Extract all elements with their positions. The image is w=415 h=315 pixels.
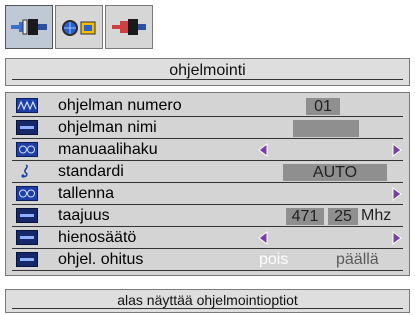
menu-item-standard[interactable]: standardi AUTO: [6, 162, 409, 183]
menu-item-label: manuaalihaku: [58, 141, 158, 158]
row-divider: [12, 204, 403, 205]
arrow-right-icon[interactable]: [392, 143, 402, 157]
programming-menu: ohjelman numero 01 ohjelman nimi manuaal…: [5, 92, 410, 276]
tab-connector[interactable]: [105, 5, 153, 49]
menu-item-manual-search[interactable]: manuaalihaku: [6, 140, 409, 161]
row-divider: [12, 182, 403, 183]
arrow-right-icon[interactable]: [392, 187, 402, 201]
help-bar: alas näyttää ohjelmointioptiot: [5, 289, 410, 313]
menu-item-program-number[interactable]: ohjelman numero 01: [6, 96, 409, 117]
store-icon: [16, 186, 38, 201]
menu-item-program-name[interactable]: ohjelman nimi: [6, 118, 409, 139]
frequency-major-value[interactable]: 471: [286, 208, 324, 225]
tab-bar: [5, 5, 155, 49]
tab-tuner[interactable]: [5, 5, 53, 49]
program-name-field[interactable]: [293, 120, 359, 137]
menu-item-label: ohjelman numero: [58, 97, 182, 114]
row-divider: [12, 116, 403, 117]
menu-item-label: hienosäätö: [58, 229, 137, 246]
arrow-left-icon[interactable]: [258, 143, 268, 157]
menu-item-label: ohjelman nimi: [58, 119, 157, 136]
connector-icon: [112, 19, 146, 35]
frequency-icon: [16, 208, 38, 223]
menu-item-store[interactable]: tallenna: [6, 184, 409, 205]
name-icon: [16, 120, 38, 135]
page-title: ohjelmointi: [169, 62, 246, 79]
menu-item-frequency[interactable]: taajuus 471 25 Mhz: [6, 206, 409, 227]
row-divider: [12, 270, 403, 271]
row-divider: [12, 226, 403, 227]
globe-channel-icon: [62, 20, 96, 36]
standard-value[interactable]: AUTO: [283, 164, 387, 181]
menu-item-label: tallenna: [58, 185, 115, 202]
skip-option-on[interactable]: päällä: [336, 251, 379, 269]
tab-channel[interactable]: [55, 5, 103, 49]
search-icon: [16, 142, 38, 157]
menu-item-label: taajuus: [58, 207, 110, 224]
arrow-left-icon[interactable]: [258, 231, 268, 245]
wave-icon: [16, 98, 38, 113]
menu-item-label: ohjel. ohitus: [58, 251, 144, 268]
title-bar: ohjelmointi: [5, 58, 410, 86]
music-note-icon: [16, 164, 38, 179]
help-underline: [12, 308, 403, 309]
row-divider: [12, 138, 403, 139]
program-number-value[interactable]: 01: [306, 98, 340, 115]
frequency-unit: Mhz: [361, 207, 392, 224]
row-divider: [12, 160, 403, 161]
fine-tune-icon: [16, 230, 38, 245]
skip-icon: [16, 252, 38, 267]
menu-item-skip[interactable]: ohjel. ohitus pois päällä: [6, 250, 409, 271]
title-underline: [12, 79, 403, 80]
row-divider: [12, 248, 403, 249]
menu-item-fine-tune[interactable]: hienosäätö: [6, 228, 409, 249]
menu-item-label: standardi: [58, 163, 124, 180]
frequency-minor-value[interactable]: 25: [328, 208, 358, 225]
skip-option-off[interactable]: pois: [259, 251, 288, 269]
tuner-plug-icon: [11, 19, 47, 35]
help-text: alas näyttää ohjelmointioptiot: [117, 292, 298, 308]
arrow-right-icon[interactable]: [392, 231, 402, 245]
